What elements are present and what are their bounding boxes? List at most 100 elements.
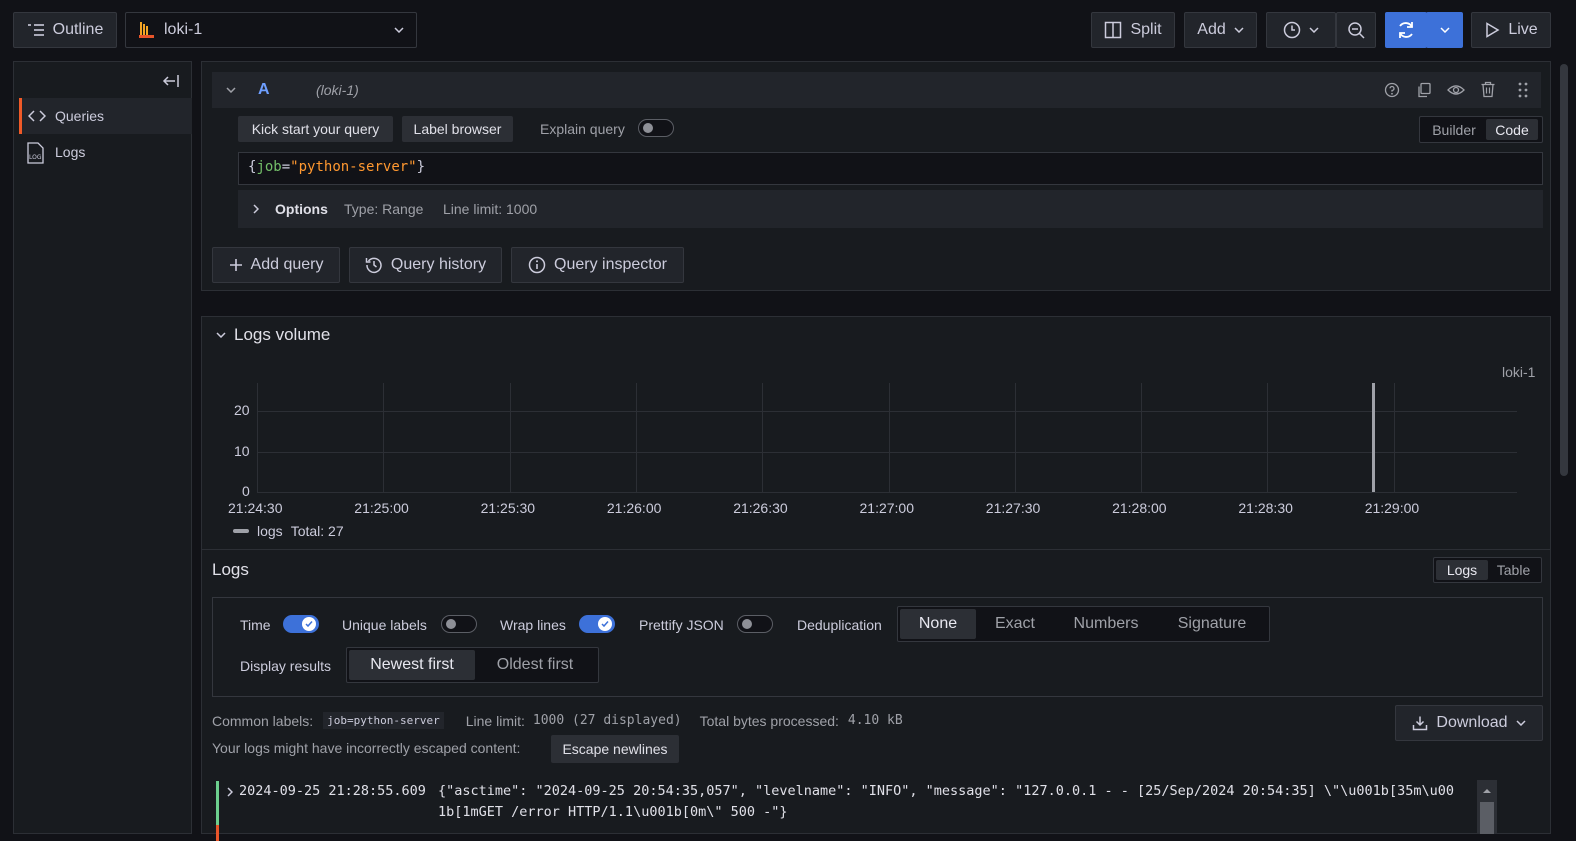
log-row[interactable]: 2024-09-25 21:28:55.609 {"asctime": "202…	[216, 781, 1496, 841]
volume-chart: 21:24:30 21:25:00 21:25:30 21:26:00 21:26:30…	[202, 317, 1552, 551]
escape-newlines-button[interactable]: Escape newlines	[551, 735, 679, 763]
trash-icon[interactable]	[1480, 81, 1496, 98]
chart-gridline-x	[1267, 383, 1269, 492]
unique-labels-toggle[interactable]	[441, 615, 477, 633]
chart-gridline-x	[1014, 383, 1016, 492]
options-label: Options	[275, 201, 328, 217]
bytes-processed-key: Total bytes processed:	[699, 712, 839, 729]
check-icon	[305, 621, 313, 628]
table-view-button[interactable]: Table	[1488, 560, 1539, 580]
refresh-button[interactable]	[1385, 12, 1427, 48]
outline-button[interactable]: Outline	[13, 12, 117, 48]
chevron-right-icon	[253, 204, 259, 214]
code-mode-button[interactable]: Code	[1486, 119, 1538, 140]
legend-swatch	[233, 529, 249, 533]
time-label: Time	[240, 617, 271, 633]
duplicate-query-icon[interactable]	[1416, 82, 1432, 98]
query-options-row[interactable]: Options Type: Range Line limit: 1000	[238, 190, 1543, 228]
add-menu-button[interactable]: Add	[1184, 12, 1257, 48]
toggle-knob	[742, 619, 752, 629]
chart-y-tick-label: 10	[234, 442, 250, 459]
chevron-right-icon[interactable]	[227, 787, 233, 797]
expr-operator: =	[281, 159, 291, 175]
chart-gridline-y	[257, 411, 1517, 413]
logs-panel: Logs Logs Table Time Unique labels Wrap …	[201, 550, 1551, 841]
info-circle-icon	[528, 256, 546, 274]
chart-x-tick-label: 21:26:30	[733, 500, 788, 516]
log-timestamp: 2024-09-25 21:28:55.609	[239, 783, 426, 799]
clock-icon	[1283, 21, 1301, 39]
sidebar-item-queries[interactable]: Queries	[19, 98, 192, 134]
deduplication-switch: None Exact Numbers Signature	[897, 606, 1270, 642]
sort-newest-first[interactable]: Newest first	[349, 650, 475, 680]
kick-start-button[interactable]: Kick start your query	[238, 116, 393, 142]
dedup-option-numbers[interactable]: Numbers	[1054, 609, 1158, 639]
chart-gridline-x	[509, 383, 511, 492]
sidebar-item-logs[interactable]: LOG Logs	[19, 134, 192, 170]
builder-mode-button[interactable]: Builder	[1422, 119, 1486, 140]
add-query-button[interactable]: Add query	[212, 247, 340, 283]
logs-view-button[interactable]: Logs	[1436, 560, 1488, 580]
loki-logo-icon	[139, 22, 154, 38]
display-results-label: Display results	[240, 658, 332, 674]
refresh-interval-button[interactable]	[1426, 12, 1463, 48]
options-line-limit: Line limit: 1000	[443, 201, 538, 217]
refresh-icon	[1399, 22, 1413, 38]
common-labels-value: job=python-server	[323, 712, 444, 729]
download-label: Download	[1436, 714, 1508, 731]
chart-gridline-y	[257, 451, 1517, 453]
datasource-picker[interactable]: loki-1	[125, 12, 417, 48]
label-browser-button[interactable]: Label browser	[402, 116, 513, 142]
chart-y-tick-label: 20	[234, 402, 250, 419]
query-ref-id[interactable]: A	[258, 81, 270, 99]
toggle-knob	[302, 617, 316, 631]
time-toggle[interactable]	[283, 615, 319, 633]
logs-view-switch: Logs Table	[1433, 557, 1542, 583]
time-picker-button[interactable]	[1266, 12, 1336, 48]
collapse-sidebar-icon[interactable]	[162, 74, 180, 88]
wrap-lines-label: Wrap lines	[500, 617, 566, 633]
chart-x-tick-label: 21:28:30	[1238, 500, 1293, 516]
toggle-knob	[446, 619, 456, 629]
live-button[interactable]: Live	[1471, 12, 1551, 48]
query-datasource-label: (loki-1)	[316, 82, 359, 98]
wrap-lines-toggle[interactable]	[579, 615, 615, 633]
log-line-continuation: 1b[1mGET /error HTTP/1.1\u001b[0m\" 500 …	[438, 804, 788, 820]
page-scrollbar-thumb[interactable]	[1560, 64, 1568, 476]
logs-icon: LOG	[27, 142, 44, 164]
chart-gridline-x	[257, 383, 258, 492]
scrollbar-thumb[interactable]	[1480, 802, 1494, 834]
explain-query-toggle[interactable]	[638, 119, 674, 137]
bytes-processed-value: 4.10 kB	[847, 713, 903, 728]
zoom-out-button[interactable]	[1336, 12, 1376, 48]
dedup-option-signature[interactable]: Signature	[1158, 609, 1266, 639]
logs-volume-panel: Logs volume loki-1 21:24:30 21:25:00 21:25…	[201, 316, 1551, 550]
help-icon[interactable]	[1384, 82, 1400, 98]
chart-gridline-x	[1141, 383, 1143, 492]
download-icon	[1413, 716, 1428, 731]
download-button[interactable]: Download	[1395, 705, 1543, 741]
log-row-faded-next	[216, 825, 1499, 841]
chevron-down-icon[interactable]	[226, 87, 236, 93]
query-code-editor[interactable]: {job="python-server"}	[238, 152, 1543, 185]
play-icon	[1486, 22, 1500, 38]
chart-bar[interactable]	[1371, 383, 1375, 492]
volume-legend[interactable]: logs Total: 27	[233, 523, 344, 539]
dedup-option-none[interactable]: None	[900, 609, 976, 639]
chart-x-tick-label: 21:29:00	[1364, 500, 1420, 516]
chart-y-tick-label: 0	[242, 483, 250, 499]
sort-oldest-first[interactable]: Oldest first	[475, 650, 595, 680]
query-history-button[interactable]: Query history	[349, 247, 502, 283]
logs-title: Logs	[212, 560, 249, 579]
plus-icon	[229, 259, 242, 271]
dedup-option-exact[interactable]: Exact	[976, 609, 1054, 639]
drag-handle-icon[interactable]	[1517, 81, 1529, 99]
add-query-label: Add query	[250, 256, 324, 273]
logs-scrollbar[interactable]	[1477, 780, 1497, 834]
expr-label-key: job	[256, 159, 282, 175]
prettify-json-toggle[interactable]	[737, 615, 773, 633]
split-button[interactable]: Split	[1091, 12, 1175, 48]
eye-icon[interactable]	[1447, 82, 1465, 98]
logs-meta-row: Common labels: job=python-server Line li…	[212, 712, 903, 729]
query-inspector-button[interactable]: Query inspector	[511, 247, 684, 283]
